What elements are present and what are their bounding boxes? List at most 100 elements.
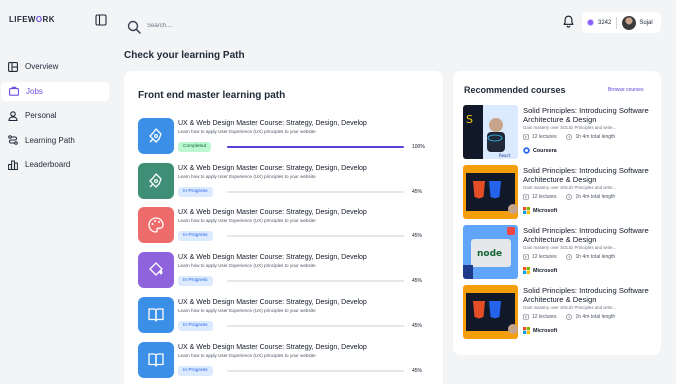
recommended-course-title[interactable]: Solid Principles: Introducing Software A… <box>523 226 657 244</box>
recommended-course-title[interactable]: Solid Principles: Introducing Software A… <box>523 106 657 124</box>
recommended-courses-card: Recommended courses Browse courses S Reac… <box>453 71 661 355</box>
page-title: Check your learning Path <box>124 50 245 61</box>
course-title[interactable]: UX & Web Design Master Course: Strategy,… <box>178 299 367 306</box>
course-item[interactable]: UX & Web Design Master Course: Strategy,… <box>138 252 428 290</box>
course-title[interactable]: UX & Web Design Master Course: Strategy,… <box>178 120 367 127</box>
html-css-thumbnail[interactable] <box>463 165 518 219</box>
recommended-course-title[interactable]: Solid Principles: Introducing Software A… <box>523 286 657 304</box>
microsoft-logo-icon <box>523 327 530 334</box>
lecture-count: 12 lectures <box>532 194 557 200</box>
recommended-course-item[interactable]: node Solid Principles: Introducing Softwa… <box>463 225 658 281</box>
course-title[interactable]: UX & Web Design Master Course: Strategy,… <box>178 254 367 261</box>
palette-icon <box>148 217 164 234</box>
clock-icon <box>566 134 573 140</box>
sidebar-item-overview[interactable]: Overview <box>0 57 110 76</box>
learning-path-title: Front end master learning path <box>138 90 286 101</box>
course-thumbnail <box>138 341 174 378</box>
recommended-course-subtitle: Gain mastery over SOLID Principles and w… <box>523 125 617 130</box>
status-badge: In Progress <box>178 276 213 287</box>
search-input[interactable] <box>147 23 347 29</box>
course-provider: Coursera <box>523 147 557 154</box>
progress-bar <box>227 324 404 327</box>
person-icon <box>8 110 18 121</box>
search-icon[interactable] <box>127 20 141 34</box>
avatar[interactable] <box>622 15 637 30</box>
sidebar-item-jobs[interactable]: Jobs <box>1 81 109 101</box>
course-title[interactable]: UX & Web Design Master Course: Strategy,… <box>178 209 367 216</box>
course-subtitle: Learn how to apply User Experience (UX) … <box>178 263 316 269</box>
sidebar-item-personal[interactable]: Personal <box>0 106 110 125</box>
sidebar-item-label: Leaderboard <box>25 160 71 169</box>
course-provider: Microsoft <box>523 267 557 274</box>
course-title[interactable]: UX & Web Design Master Course: Strategy,… <box>178 165 367 172</box>
clock-icon <box>566 254 573 260</box>
course-title[interactable]: UX & Web Design Master Course: Strategy,… <box>178 344 367 351</box>
sidebar-item-learning-path[interactable]: Learning Path <box>0 131 110 150</box>
browse-courses-link[interactable]: Browse courses <box>608 87 644 93</box>
course-subtitle: Learn how to apply User Experience (UX) … <box>178 218 316 224</box>
lectures-icon <box>523 254 529 260</box>
progress-bar <box>227 369 404 372</box>
progress-bar <box>227 235 404 238</box>
course-item[interactable]: UX & Web Design Master Course: Strategy,… <box>138 341 428 380</box>
course-item[interactable]: UX & Web Design Master Course: Strategy,… <box>138 118 428 156</box>
progress-fill <box>227 146 404 148</box>
course-meta: 12 lectures 1h 4m total length <box>523 194 615 200</box>
lectures-icon <box>523 194 529 200</box>
progress-percent: 45% <box>412 188 423 195</box>
status-badge: In Progress <box>178 320 213 331</box>
status-badge: In Progress <box>178 231 213 242</box>
lecture-count: 12 lectures <box>532 254 557 260</box>
course-thumbnail <box>138 162 174 199</box>
coin-count: 3242 <box>598 19 612 26</box>
coursera-logo-icon <box>523 147 530 154</box>
sidebar-item-label: Learning Path <box>25 135 75 145</box>
course-thumbnail <box>138 118 174 154</box>
recommended-course-title[interactable]: Solid Principles: Introducing Software A… <box>523 166 657 184</box>
recommended-course-subtitle: Gain mastery over SOLID Principles and w… <box>523 305 617 310</box>
course-length: 1h 4m total length <box>575 134 616 140</box>
sidebar-item-leaderboard[interactable]: Leaderboard <box>0 155 110 174</box>
provider-name: Coursera <box>533 147 557 154</box>
course-item[interactable]: UX & Web Design Master Course: Strategy,… <box>138 162 428 201</box>
user-menu[interactable]: 3242 Sujal <box>582 12 661 33</box>
sidebar-item-label: Jobs <box>26 86 43 96</box>
paint-bucket-icon <box>149 262 163 276</box>
recommended-course-item[interactable]: S React Solid Principles: Introducing Soft… <box>463 105 658 161</box>
react-thumbnail[interactable]: S React <box>463 105 518 159</box>
coin-icon <box>587 19 594 26</box>
book-icon <box>148 352 164 367</box>
course-meta: 12 lectures 1h 4m total length <box>523 134 615 140</box>
progress-bar <box>227 190 404 193</box>
clock-icon <box>566 194 573 200</box>
microsoft-logo-icon <box>523 267 530 274</box>
notification-bell-icon[interactable] <box>563 15 574 28</box>
sidebar-nav: Overview Jobs Personal Learning Path Lea… <box>0 57 110 180</box>
learning-path-card: Front end master learning path UX & Web … <box>124 71 443 384</box>
app-logo[interactable]: LIFEWORK <box>9 15 55 24</box>
recommended-course-item[interactable]: Solid Principles: Introducing Software A… <box>463 165 658 221</box>
course-subtitle: Learn how to apply User Experience (UX) … <box>178 352 316 358</box>
course-subtitle: Learn how to apply User Experience (UX) … <box>178 307 316 313</box>
recommended-course-item[interactable]: Solid Principles: Introducing Software A… <box>463 285 658 341</box>
lecture-count: 12 lectures <box>532 314 557 320</box>
provider-name: Microsoft <box>533 267 558 274</box>
course-item[interactable]: UX & Web Design Master Course: Strategy,… <box>138 296 428 335</box>
divider <box>616 16 618 29</box>
course-item[interactable]: UX & Web Design Master Course: Strategy,… <box>138 207 428 245</box>
node-thumbnail[interactable]: node <box>463 225 518 279</box>
course-thumbnail <box>138 296 174 333</box>
clock-icon <box>566 314 573 320</box>
svg-text:S: S <box>466 113 473 126</box>
path-icon <box>8 135 18 145</box>
sidebar-item-label: Overview <box>25 62 59 71</box>
provider-name: Microsoft <box>533 327 558 334</box>
lecture-count: 12 lectures <box>532 134 557 140</box>
course-length: 1h 4m total length <box>575 254 616 260</box>
overview-icon <box>8 61 18 72</box>
course-length: 1h 4m total length <box>575 314 616 320</box>
course-subtitle: Learn how to apply User Experience (UX) … <box>178 173 316 179</box>
html-css-thumbnail[interactable] <box>463 285 518 339</box>
sidebar-toggle-icon[interactable] <box>95 14 107 26</box>
course-provider: Microsoft <box>523 207 557 214</box>
